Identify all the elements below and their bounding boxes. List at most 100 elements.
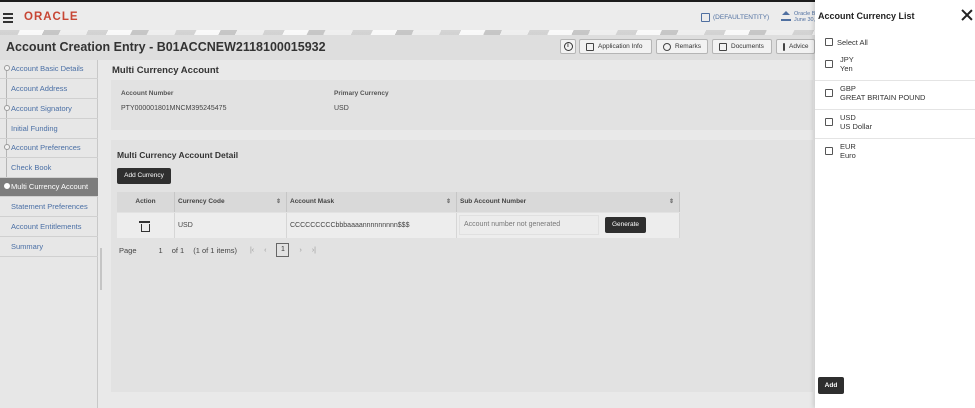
first-page-icon[interactable]: |‹ (250, 247, 254, 254)
account-currency-panel: Account Currency List Select All JPY Yen… (815, 0, 975, 408)
currency-checkbox[interactable] (825, 60, 833, 68)
advice-button[interactable]: Advice (776, 39, 815, 54)
account-number-label: Account Number (121, 90, 174, 97)
sidebar-item-account-address[interactable]: Account Address (0, 80, 98, 99)
entity-selector[interactable]: (DEFAULTENTITY) (701, 13, 769, 22)
sidebar-item-label: Summary (11, 242, 44, 251)
step-dot-icon (4, 144, 10, 150)
info-icon: i (563, 42, 573, 51)
documents-label: Documents (731, 43, 764, 50)
sort-icon: ⇕ (445, 199, 451, 205)
sidebar-item-account-basic-details[interactable]: Account Basic Details (0, 60, 98, 79)
page-of-label: of 1 (171, 245, 185, 255)
row-action-cell (117, 213, 175, 238)
currency-code: JPY (840, 55, 854, 64)
info-button[interactable]: i (560, 39, 576, 54)
sidebar-item-label: Statement Preferences (11, 202, 88, 211)
header-sub-account-number-label: Sub Account Number (460, 198, 527, 205)
account-number-value: PTY000001801MNCM395245475 (121, 105, 227, 112)
add-currency-button[interactable]: Add Currency (117, 168, 171, 184)
sort-icon: ⇕ (275, 199, 281, 205)
page-title: Account Creation Entry - B01ACCNEW211810… (6, 40, 326, 54)
primary-currency-label: Primary Currency (334, 90, 389, 97)
header-account-mask[interactable]: Account Mask ⇕ (287, 192, 457, 212)
sidebar-item-summary[interactable]: Summary (0, 238, 98, 257)
currency-table: Action Currency Code ⇕ Account Mask ⇕ Sub … (117, 192, 680, 238)
oracle-logo: ORACLE (24, 11, 79, 23)
sidebar: Account Basic Details Account Address Ac… (0, 60, 98, 408)
remarks-button[interactable]: Remarks (656, 39, 708, 54)
application-info-icon (586, 42, 594, 51)
documents-icon (719, 42, 727, 51)
remarks-icon (663, 42, 671, 51)
sidebar-item-label: Initial Funding (11, 124, 58, 133)
detail-title: Multi Currency Account Detail (117, 150, 239, 160)
generate-button[interactable]: Generate (605, 217, 646, 233)
panel-splitter[interactable] (100, 248, 102, 290)
currency-name: Yen (840, 64, 853, 73)
sidebar-item-check-book[interactable]: Check Book (0, 159, 98, 178)
select-all-checkbox[interactable] (825, 38, 833, 46)
title-bar: Account Creation Entry - B01ACCNEW211810… (0, 35, 815, 60)
step-dot-icon (4, 65, 10, 71)
account-summary-card: Account Number PTY000001801MNCM395245475… (111, 80, 813, 130)
sidebar-item-account-preferences[interactable]: Account Preferences (0, 139, 98, 158)
bank-icon (781, 11, 791, 21)
select-all-label[interactable]: Select All (837, 38, 868, 47)
multi-currency-detail-card (111, 140, 813, 392)
entity-label: (DEFAULTENTITY) (713, 14, 770, 21)
sidebar-item-statement-preferences[interactable]: Statement Preferences (0, 198, 98, 217)
sidebar-item-label: Account Address (11, 84, 68, 93)
items-count: (1 of 1 items) (193, 245, 237, 255)
header-sub-account-number[interactable]: Sub Account Number ⇕ (457, 192, 680, 212)
application-info-label: Application Info (598, 43, 643, 50)
close-icon[interactable] (960, 8, 974, 22)
section-title: Multi Currency Account (112, 65, 219, 76)
header-action: Action (117, 192, 175, 212)
currency-checkbox[interactable] (825, 147, 833, 155)
last-page-icon[interactable]: ›| (312, 247, 316, 254)
documents-button[interactable]: Documents (712, 39, 772, 54)
application-info-button[interactable]: Application Info (579, 39, 652, 54)
currency-option-eur[interactable]: EUR Euro (815, 139, 975, 168)
page-input[interactable]: 1 (159, 246, 163, 255)
header-account-mask-label: Account Mask (290, 198, 335, 205)
previous-page-icon[interactable]: ‹ (264, 247, 266, 254)
currency-code: EUR (840, 142, 856, 151)
step-dot-icon (4, 105, 10, 111)
pagination: Page 1 of 1 (1 of 1 items) |‹ ‹ 1 › ›| (119, 243, 321, 257)
row-currency-code: USD (175, 213, 287, 238)
currency-option-usd[interactable]: USD US Dollar (815, 110, 975, 139)
sidebar-item-account-entitlements[interactable]: Account Entitlements (0, 218, 98, 237)
panel-title: Account Currency List (818, 11, 915, 21)
add-button[interactable]: Add (818, 377, 844, 394)
sub-account-number-field[interactable]: Account number not generated (459, 215, 599, 235)
sidebar-item-label: Account Signatory (11, 104, 72, 113)
currency-option-jpy[interactable]: JPY Yen (815, 52, 975, 81)
sidebar-item-account-signatory[interactable]: Account Signatory (0, 100, 98, 119)
currency-name: Euro (840, 151, 856, 160)
sidebar-item-label: Account Preferences (11, 143, 81, 152)
header-currency-code[interactable]: Currency Code ⇕ (175, 192, 287, 212)
currency-name: GREAT BRITAIN POUND (840, 93, 926, 102)
currency-checkbox[interactable] (825, 118, 833, 126)
sidebar-item-label: Multi Currency Account (11, 182, 89, 191)
sidebar-item-label: Check Book (11, 163, 52, 172)
current-page-button[interactable]: 1 (276, 243, 290, 257)
hamburger-menu-icon[interactable] (3, 13, 13, 25)
page-label: Page (119, 245, 137, 255)
advice-label: Advice (789, 43, 809, 50)
currency-checkbox[interactable] (825, 89, 833, 97)
next-page-icon[interactable]: › (299, 247, 301, 254)
delete-icon[interactable] (139, 221, 150, 232)
header-currency-code-label: Currency Code (178, 198, 225, 205)
building-icon (701, 13, 710, 22)
sidebar-item-multi-currency-account[interactable]: Multi Currency Account (0, 178, 98, 197)
advice-icon (783, 42, 785, 51)
branch-info[interactable]: Oracle B June 30, (781, 11, 815, 23)
sidebar-item-initial-funding[interactable]: Initial Funding (0, 120, 98, 139)
currency-option-gbp[interactable]: GBP GREAT BRITAIN POUND (815, 81, 975, 110)
remarks-label: Remarks (674, 43, 701, 50)
sidebar-item-label: Account Entitlements (11, 222, 82, 231)
branch-date: June 30, (794, 17, 816, 23)
